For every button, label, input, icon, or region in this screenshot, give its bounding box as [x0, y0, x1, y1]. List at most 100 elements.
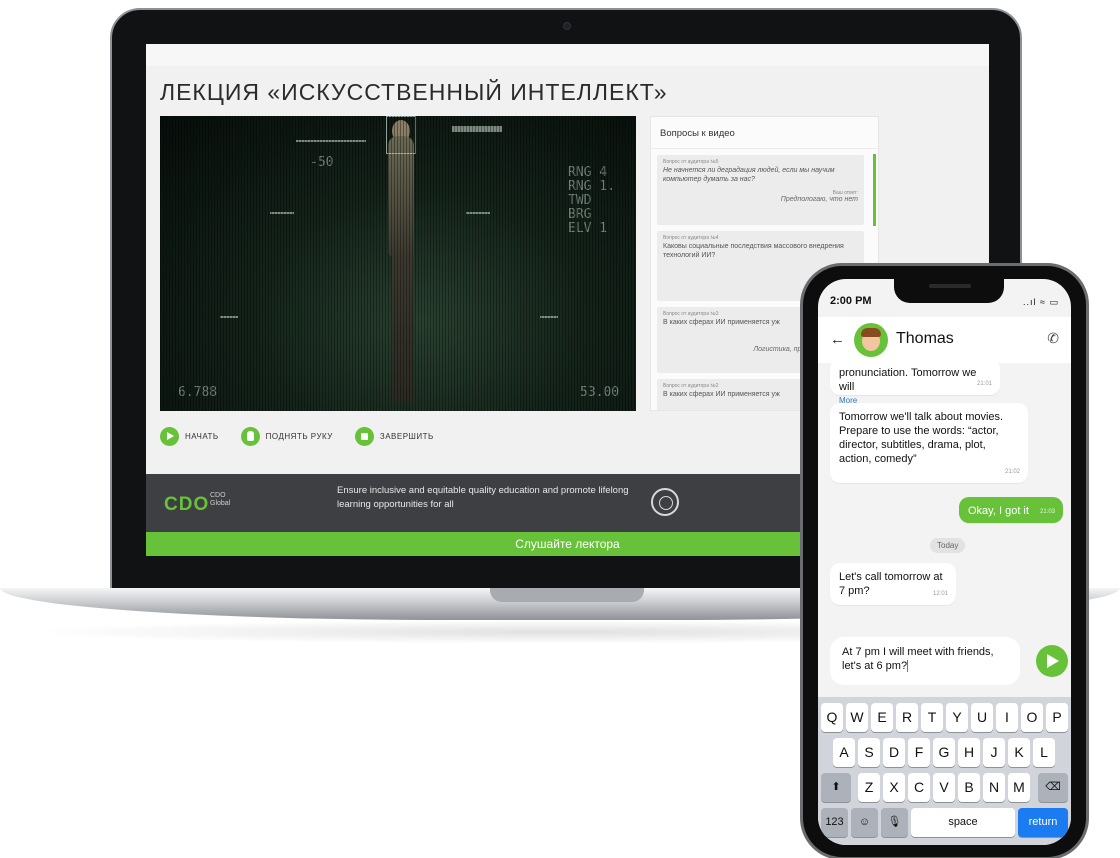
hud-readout: RNG 1.	[568, 179, 615, 194]
message-input[interactable]: At 7 pm I will meet with friends, let's …	[830, 637, 1020, 685]
raise-hand-label: ПОДНЯТЬ РУКУ	[265, 432, 333, 441]
mic-key[interactable]: 🎙	[881, 808, 908, 837]
shift-key[interactable]: ⬆	[821, 773, 851, 802]
cdo-logo-sub: CDO Global	[210, 492, 230, 508]
chat-header: ← Thomas ✆	[818, 317, 1071, 363]
key-u[interactable]: U	[971, 703, 993, 732]
avatar[interactable]	[854, 323, 888, 357]
message-bubble-in[interactable]: Tomorrow we'll talk about movies. Prepar…	[830, 403, 1028, 483]
keyboard: Q W E R T Y U I O P A S D F G H J K L ⬆ …	[818, 697, 1071, 845]
hud-readout: BRG	[568, 207, 592, 222]
return-key[interactable]: return	[1018, 808, 1068, 837]
key-j[interactable]: J	[983, 738, 1005, 767]
video-player[interactable]: -50 RNG 4 RNG 1. TWD BRG ELV 1 6.788 53.…	[160, 116, 636, 411]
phone-screen: 2:00 PM ..ıl ≈ ▭ ← Thomas ✆ pronunciatio…	[818, 279, 1071, 845]
key-a[interactable]: A	[833, 738, 855, 767]
message-time: 21:03	[1039, 509, 1055, 515]
key-s[interactable]: S	[858, 738, 880, 767]
stop-icon	[354, 427, 374, 446]
finish-button[interactable]: ЗАВЕРШИТЬ	[354, 427, 434, 446]
raise-hand-button[interactable]: ПОДНЯТЬ РУКУ	[240, 427, 333, 446]
laptop-notch	[490, 588, 644, 602]
message-time: 21:01	[976, 381, 992, 387]
key-e[interactable]: E	[871, 703, 893, 732]
key-m[interactable]: M	[1008, 773, 1030, 802]
key-d[interactable]: D	[883, 738, 905, 767]
key-o[interactable]: O	[1021, 703, 1043, 732]
message-list: pronunciation. Tomorrow we will More 21:…	[818, 363, 1071, 631]
key-x[interactable]: X	[883, 773, 905, 802]
hud-line	[270, 212, 294, 214]
key-y[interactable]: Y	[946, 703, 968, 732]
message-bubble-in[interactable]: pronunciation. Tomorrow we will More 21:…	[830, 363, 1000, 405]
key-q[interactable]: Q	[821, 703, 843, 732]
message-composer: At 7 pm I will meet with friends, let's …	[818, 631, 1071, 697]
key-p[interactable]: P	[1046, 703, 1068, 732]
date-chip: Today	[930, 538, 966, 553]
message-bubble-in[interactable]: Let's call tomorrow at 7 pm? 12:01	[830, 563, 956, 605]
hud-readout: ELV 1	[568, 221, 608, 236]
keyboard-row-4: 123 ☺ 🎙 space return	[818, 808, 1071, 839]
space-key[interactable]: space	[911, 808, 1015, 837]
send-button[interactable]	[1036, 645, 1068, 677]
page-title: ЛЕКЦИЯ «ИСКУССТВЕННЫЙ ИНТЕЛЛЕКТ»	[160, 79, 668, 105]
key-c[interactable]: C	[908, 773, 930, 802]
keyboard-row-2: A S D F G H J K L	[818, 738, 1071, 769]
key-v[interactable]: V	[933, 773, 955, 802]
message-bubble-out[interactable]: Okay, I got it 21:03	[959, 497, 1063, 523]
key-r[interactable]: R	[896, 703, 918, 732]
question-text: Каковы социальные последствия массового …	[663, 243, 844, 259]
start-button[interactable]: НАЧАТЬ	[160, 427, 219, 446]
key-l[interactable]: L	[1033, 738, 1055, 767]
hud-line	[452, 126, 502, 132]
hud-readout: -50	[310, 155, 334, 170]
keyboard-row-3: ⬆ Z X C V B N M ⌫	[818, 773, 1071, 804]
person-figure	[388, 136, 414, 256]
finish-label: ЗАВЕРШИТЬ	[379, 432, 434, 441]
key-h[interactable]: H	[958, 738, 980, 767]
person-figure	[392, 120, 410, 142]
question-card[interactable]: Вопрос от аудитора №5 Не начнется ли дег…	[657, 155, 864, 225]
hud-line	[296, 140, 366, 142]
emoji-key[interactable]: ☺	[851, 808, 878, 837]
key-n[interactable]: N	[983, 773, 1005, 802]
key-f[interactable]: F	[908, 738, 930, 767]
key-k[interactable]: K	[1008, 738, 1030, 767]
questions-scrollbar[interactable]	[873, 154, 876, 226]
key-t[interactable]: T	[921, 703, 943, 732]
hand-icon	[240, 427, 260, 446]
answer-text: Предпологаю, что нет	[780, 196, 858, 203]
hud-line	[466, 212, 490, 214]
back-arrow-icon[interactable]: ←	[830, 331, 845, 348]
status-time: 2:00 PM	[830, 295, 872, 307]
call-icon[interactable]: ✆	[1047, 330, 1059, 347]
hud-readout: TWD	[568, 193, 592, 208]
hud-line	[540, 316, 558, 318]
hud-readout: RNG 4	[568, 165, 608, 180]
numbers-key[interactable]: 123	[821, 808, 848, 837]
key-w[interactable]: W	[846, 703, 868, 732]
keyboard-row-1: Q W E R T Y U I O P	[818, 703, 1071, 734]
mission-statement: Ensure inclusive and equitable quality e…	[337, 485, 629, 510]
phone-speaker	[929, 284, 971, 288]
backspace-key[interactable]: ⌫	[1038, 773, 1068, 802]
message-time: 21:02	[1004, 469, 1020, 475]
start-label: НАЧАТЬ	[185, 432, 219, 441]
stage: ЛЕКЦИЯ «ИСКУССТВЕННЫЙ ИНТЕЛЛЕКТ» -50 RNG…	[0, 0, 1120, 858]
video-controls: НАЧАТЬ ПОДНЯТЬ РУКУ ЗАВЕРШИТЬ	[160, 427, 434, 446]
text-caret	[907, 660, 909, 673]
question-text: Не начнется ли деградация людей, если мы…	[663, 167, 835, 183]
cdo-sub-line: Global	[210, 500, 231, 507]
key-i[interactable]: I	[996, 703, 1018, 732]
key-g[interactable]: G	[933, 738, 955, 767]
play-icon	[160, 427, 179, 446]
un-emblem-icon	[651, 488, 679, 516]
cdo-logo: CDO	[164, 494, 210, 515]
question-meta: Вопрос от аудитора №5	[663, 159, 719, 165]
send-icon	[1047, 654, 1059, 668]
webcam-icon	[563, 22, 571, 30]
cdo-sub-line: CDO	[210, 492, 226, 499]
hud-readout: 53.00	[580, 385, 620, 400]
key-b[interactable]: B	[958, 773, 980, 802]
key-z[interactable]: Z	[858, 773, 880, 802]
